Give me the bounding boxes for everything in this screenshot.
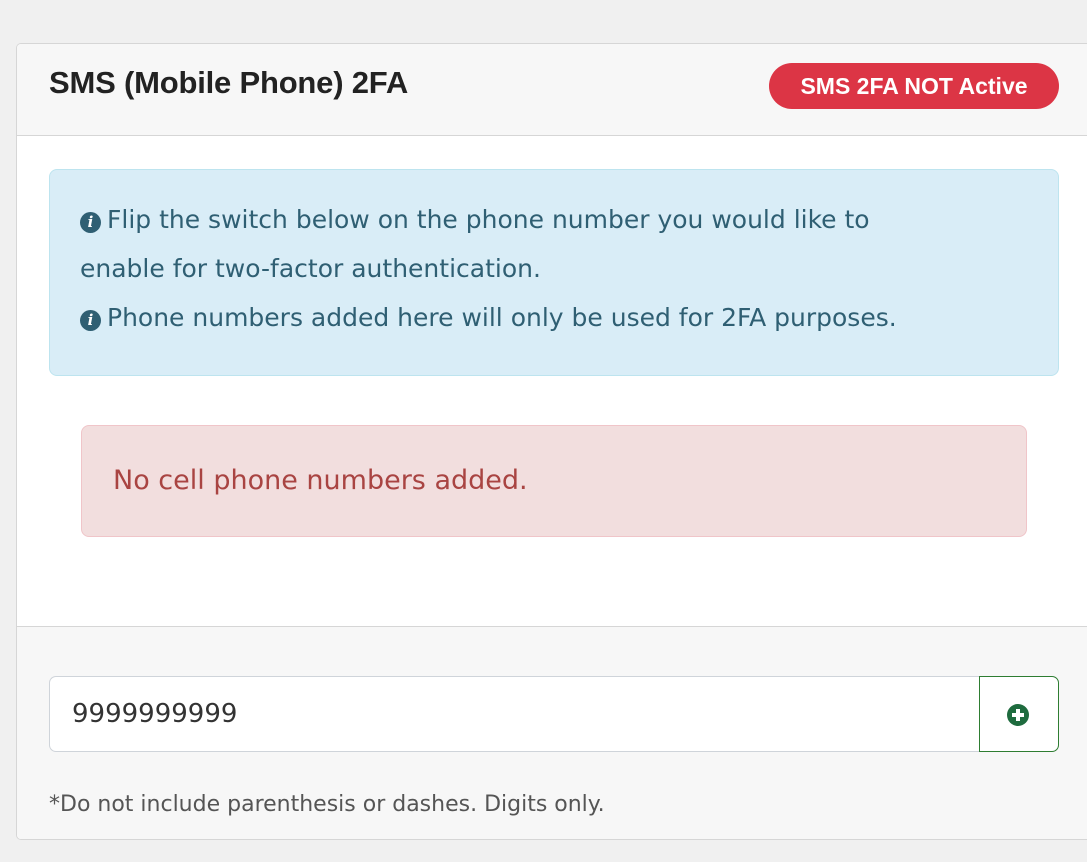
status-badge: SMS 2FA NOT Active — [769, 63, 1059, 109]
info-text-1: Flip the switch below on the phone numbe… — [107, 205, 870, 234]
info-text-3: Phone numbers added here will only be us… — [107, 303, 897, 332]
info-circle-icon: i — [80, 310, 101, 331]
help-text: *Do not include parenthesis or dashes. D… — [49, 792, 605, 817]
info-text-2: enable for two-factor authentication. — [80, 254, 541, 283]
plus-circle-icon — [1007, 704, 1029, 726]
sms-2fa-card: SMS (Mobile Phone) 2FA SMS 2FA NOT Activ… — [16, 43, 1087, 840]
add-phone-button[interactable] — [979, 676, 1059, 752]
card-title: SMS (Mobile Phone) 2FA — [49, 65, 409, 100]
info-line-2: enable for two-factor authentication. — [80, 244, 1028, 293]
info-line-1: i Flip the switch below on the phone numb… — [80, 195, 1028, 244]
no-numbers-alert: No cell phone numbers added. — [81, 425, 1027, 537]
card-header: SMS (Mobile Phone) 2FA SMS 2FA NOT Activ… — [17, 44, 1087, 136]
info-circle-icon: i — [80, 212, 101, 233]
card-footer: *Do not include parenthesis or dashes. D… — [17, 626, 1087, 839]
info-line-3: i Phone numbers added here will only be u… — [80, 293, 1028, 342]
info-alert: i Flip the switch below on the phone numb… — [49, 169, 1059, 376]
phone-number-input[interactable] — [49, 676, 980, 752]
